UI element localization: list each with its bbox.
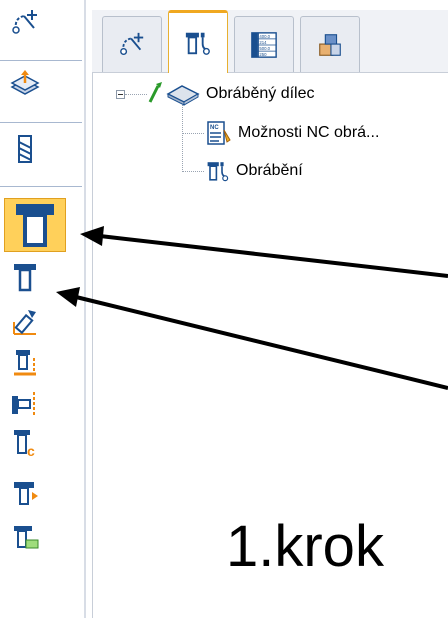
- panel-divider: [84, 0, 86, 618]
- tool-holder-icon[interactable]: [10, 348, 40, 378]
- tool-clamp-icon[interactable]: [10, 388, 40, 418]
- tree-connector: [182, 133, 204, 134]
- tab-path-edit[interactable]: [102, 16, 162, 72]
- toolbar-separator: [0, 60, 82, 61]
- step-label: 1.krok: [226, 514, 384, 579]
- svg-text:c: c: [27, 443, 35, 458]
- tree-connector: [182, 171, 204, 172]
- nc-options-icon: NC: [207, 121, 231, 145]
- path-edit-icon[interactable]: [10, 8, 40, 38]
- table-value: 400.0: [259, 33, 270, 38]
- tool-compensation-icon[interactable]: c: [10, 428, 40, 458]
- left-toolbar: c: [0, 0, 84, 618]
- tool-arrow-icon[interactable]: [10, 478, 40, 508]
- table-value: 250: [259, 52, 267, 57]
- tree-node-label: Možnosti NC obrá...: [238, 124, 380, 141]
- svg-text:NC: NC: [210, 125, 219, 131]
- drill-bit-icon[interactable]: [10, 134, 40, 164]
- milling-tool-icon[interactable]: [10, 262, 40, 292]
- tree-node-label: Obráběný dílec: [206, 85, 315, 102]
- tab-strip: 400.0 214 500.0 250: [92, 10, 448, 73]
- tab-machining[interactable]: [168, 10, 228, 73]
- tree-collapse-toggle[interactable]: [116, 90, 125, 99]
- table-data-icon: 400.0 214 500.0 250: [251, 31, 277, 58]
- tab-part-stack[interactable]: [300, 16, 360, 72]
- layer-stack-icon[interactable]: [10, 70, 40, 100]
- tree-node-root[interactable]: Obráběný dílec: [148, 82, 315, 106]
- annotation-arrow: [99, 234, 448, 278]
- tree-node-machining[interactable]: Obrábění: [206, 159, 303, 183]
- tree-connector: [182, 102, 183, 172]
- workpiece-icon: [148, 82, 200, 106]
- tree-connector: [125, 94, 147, 95]
- tool-flag-icon[interactable]: [10, 522, 40, 552]
- part-stack-icon: [319, 33, 341, 56]
- tree-node-label: Obrábění: [236, 162, 303, 179]
- tree-panel-border: [92, 72, 93, 618]
- milling-tool-large-icon[interactable]: [4, 198, 66, 252]
- table-value: 214: [259, 39, 267, 44]
- machining-tool-icon: [185, 32, 210, 55]
- probe-tool-icon[interactable]: [10, 308, 40, 338]
- table-value: 500.0: [259, 46, 270, 51]
- machining-icon: [207, 162, 229, 182]
- toolbar-separator: [0, 186, 82, 187]
- tab-table-data[interactable]: 400.0 214 500.0 250: [234, 16, 294, 72]
- annotation-arrow: [75, 295, 448, 390]
- tree-node-nc-options[interactable]: NC Možnosti NC obrá...: [206, 120, 379, 146]
- toolbar-separator: [0, 122, 82, 123]
- path-edit-icon: [120, 32, 144, 55]
